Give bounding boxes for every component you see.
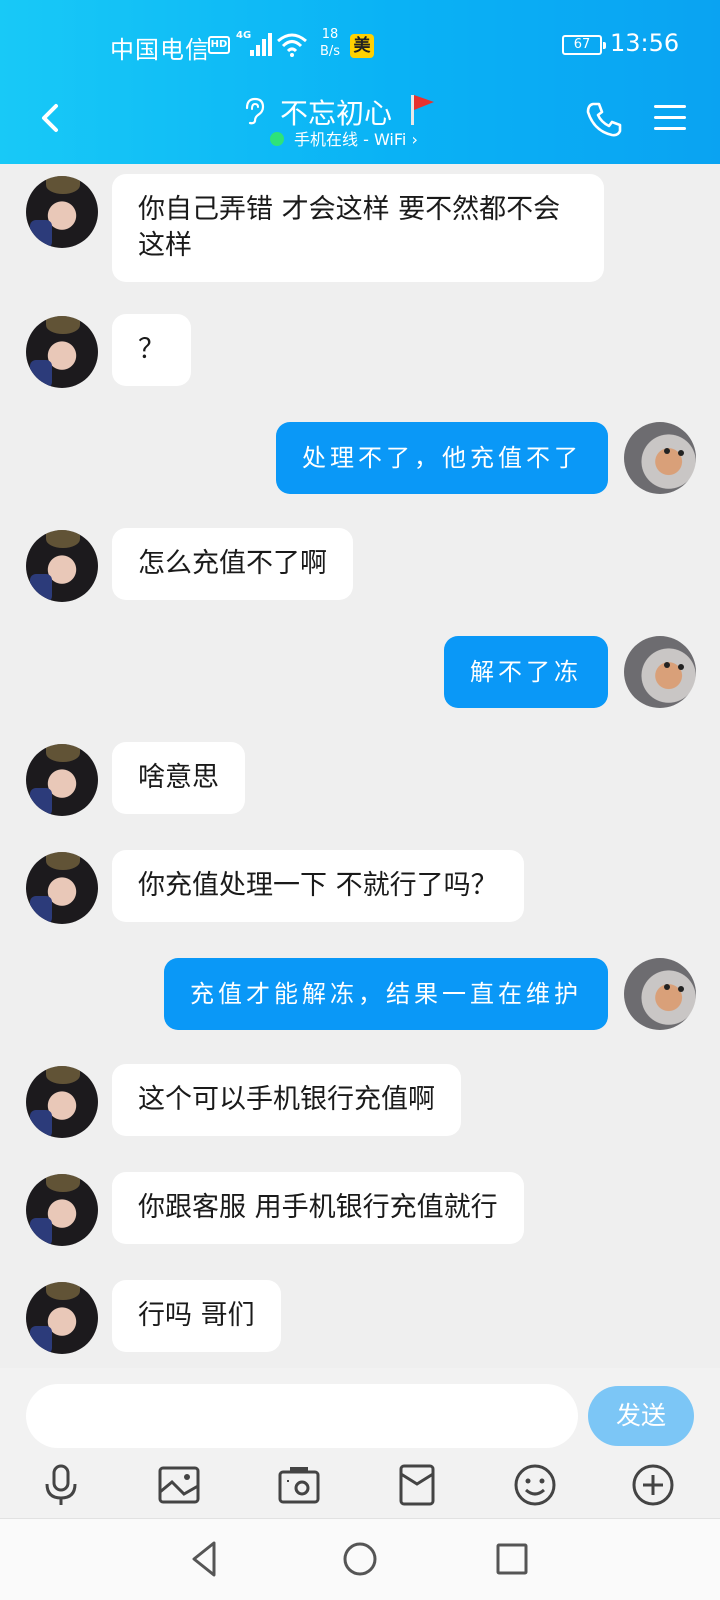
online-dot-icon [270, 132, 284, 146]
emoji-icon[interactable] [512, 1462, 558, 1508]
input-bar: 发送 [0, 1368, 720, 1518]
message-bubble-incoming[interactable]: ？ [112, 314, 191, 386]
wifi-status-icon [277, 33, 307, 57]
network-type: 4G [236, 30, 252, 41]
send-button[interactable]: 发送 [588, 1386, 694, 1446]
online-status: 手机在线 - WiFi › [270, 128, 418, 152]
app-notification-badge: 美 [350, 34, 374, 58]
message-bubble-incoming[interactable]: 你充值处理一下 不就行了吗？ [112, 850, 524, 922]
microphone-icon[interactable] [38, 1462, 84, 1508]
my-avatar[interactable] [624, 636, 696, 708]
my-avatar[interactable] [624, 958, 696, 1030]
battery-icon: 67 [562, 35, 606, 55]
chat-title: 不忘初心 [280, 97, 393, 130]
carrier-name: 中国电信 [110, 36, 210, 64]
image-icon[interactable] [156, 1462, 202, 1508]
camera-icon[interactable] [276, 1462, 322, 1508]
message-bubble-incoming[interactable]: 行吗 哥们 [112, 1280, 281, 1352]
contact-avatar[interactable] [26, 852, 98, 924]
message-bubble-incoming[interactable]: 这个可以手机银行充值啊 [112, 1064, 461, 1136]
ear-icon [245, 97, 265, 125]
chat-header: 中国电信 HD 4G 18 B/s 美 67 13:56 不忘初心 手机在线 -… [0, 0, 720, 164]
message-bubble-outgoing[interactable]: 处理不了，他充值不了 [276, 422, 608, 494]
message-bubble-incoming[interactable]: 怎么充值不了啊 [112, 528, 353, 600]
recents-nav-icon[interactable] [490, 1537, 534, 1581]
back-nav-icon[interactable] [184, 1537, 228, 1581]
message-list[interactable]: 你自己弄错 才会这样 要不然都不会这样 ？ 处理不了，他充值不了 怎么充值不了啊… [0, 164, 720, 1368]
online-status-text: 手机在线 - WiFi [294, 130, 407, 149]
menu-icon[interactable] [650, 100, 690, 136]
message-input[interactable] [26, 1384, 578, 1448]
message-bubble-incoming[interactable]: 啥意思 [112, 742, 245, 814]
net-speed: 18 B/s [316, 26, 344, 60]
chevron-right-icon: › [411, 130, 418, 149]
clock: 13:56 [610, 29, 680, 57]
message-bubble-incoming[interactable]: 你自己弄错 才会这样 要不然都不会这样 [112, 174, 604, 282]
contact-avatar[interactable] [26, 1174, 98, 1246]
contact-avatar[interactable] [26, 316, 98, 388]
contact-avatar[interactable] [26, 1066, 98, 1138]
red-packet-icon[interactable] [394, 1462, 440, 1508]
back-icon[interactable] [32, 96, 72, 140]
message-bubble-outgoing[interactable]: 解不了冻 [444, 636, 608, 708]
system-nav-bar [0, 1518, 720, 1600]
plus-icon[interactable] [630, 1462, 676, 1508]
contact-avatar[interactable] [26, 1282, 98, 1354]
net-speed-unit: B/s [319, 44, 341, 59]
hd-badge: HD [208, 36, 230, 54]
chat-title-area[interactable]: 不忘初心 手机在线 - WiFi › [180, 88, 540, 158]
contact-avatar[interactable] [26, 176, 98, 248]
message-bubble-incoming[interactable]: 你跟客服 用手机银行充值就行 [112, 1172, 524, 1244]
my-avatar[interactable] [624, 422, 696, 494]
net-speed-value: 18 [321, 27, 339, 42]
status-bar: 中国电信 HD 4G 18 B/s 美 67 13:56 [0, 0, 720, 92]
flag-icon [411, 95, 434, 125]
phone-icon[interactable] [584, 100, 624, 140]
home-nav-icon[interactable] [338, 1537, 382, 1581]
message-bubble-outgoing[interactable]: 充值才能解冻，结果一直在维护 [164, 958, 608, 1030]
contact-avatar[interactable] [26, 744, 98, 816]
contact-avatar[interactable] [26, 530, 98, 602]
